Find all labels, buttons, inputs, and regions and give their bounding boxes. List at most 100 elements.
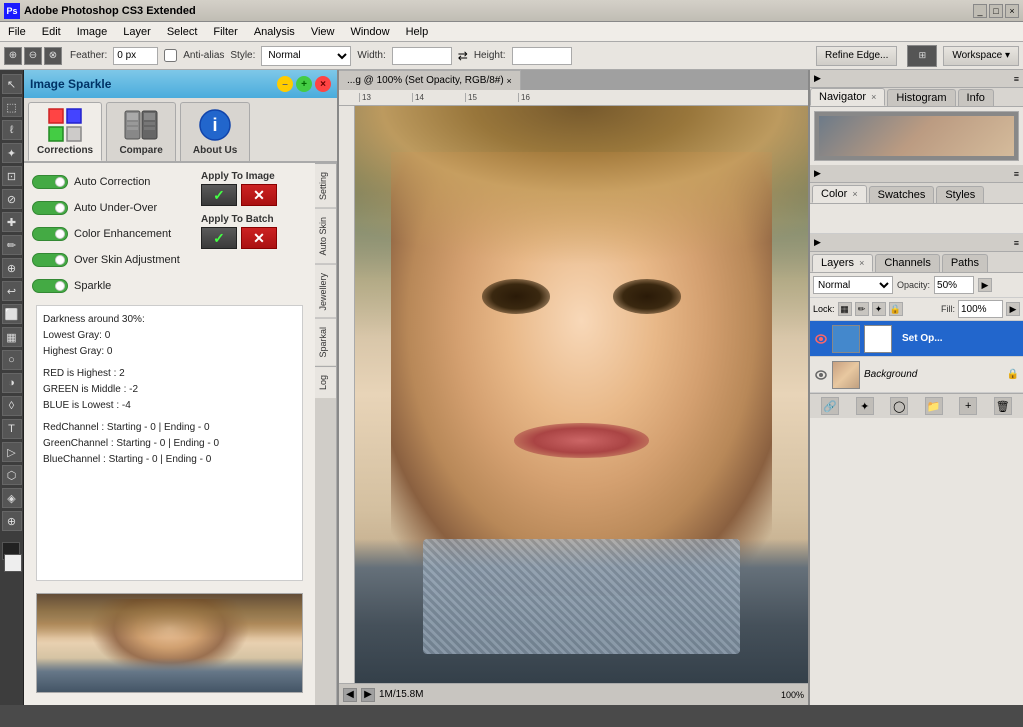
menu-file[interactable]: File (0, 22, 34, 41)
canvas-image[interactable] (355, 106, 808, 683)
pen-tool[interactable]: ◊ (2, 396, 22, 416)
layer-item-background[interactable]: Background 🔒 (810, 357, 1023, 393)
workspace-icon[interactable]: ⊞ (907, 45, 937, 67)
apply-batch-x-button[interactable]: ✕ (241, 227, 277, 249)
move-tool[interactable]: ↖ (2, 74, 22, 94)
feather-input[interactable] (113, 47, 158, 65)
tool-option-1[interactable]: ⊕ (4, 47, 22, 65)
side-tab-jewellery[interactable]: Jewellery (315, 264, 336, 319)
auto-under-over-toggle[interactable] (32, 201, 68, 215)
apply-image-x-button[interactable]: ✕ (241, 184, 277, 206)
magic-wand-tool[interactable]: ✦ (2, 143, 22, 163)
3d-tool[interactable]: ◈ (2, 488, 22, 508)
side-tab-setting[interactable]: Setting (315, 163, 336, 208)
status-prev-arrow[interactable]: ◀ (343, 688, 357, 702)
layer-effects-button[interactable]: ✦ (856, 397, 874, 415)
tab-layers[interactable]: Layers × (812, 254, 873, 272)
tab-about[interactable]: i About Us (180, 102, 250, 161)
minimize-button[interactable]: _ (973, 4, 987, 18)
zoom-tool[interactable]: ⊕ (2, 511, 22, 531)
menu-help[interactable]: Help (398, 22, 437, 41)
canvas-tab-close[interactable]: × (506, 76, 511, 86)
side-tab-sparkal[interactable]: Sparkal (315, 318, 336, 366)
path-select-tool[interactable]: ▷ (2, 442, 22, 462)
tab-styles[interactable]: Styles (936, 186, 984, 203)
tab-paths[interactable]: Paths (942, 254, 988, 272)
panel-menu-icon[interactable]: ≡ (1014, 74, 1019, 84)
refine-edge-button[interactable]: Refine Edge... (816, 46, 897, 66)
width-input[interactable] (392, 47, 452, 65)
color-panel-menu[interactable]: ≡ (1014, 169, 1019, 179)
history-brush-tool[interactable]: ↩ (2, 281, 22, 301)
layer-link-button[interactable]: 🔗 (821, 397, 839, 415)
side-tab-auto-skin[interactable]: Auto Skin (315, 208, 336, 264)
plugin-minimize-button[interactable]: – (277, 76, 293, 92)
marquee-tool[interactable]: ⬚ (2, 97, 22, 117)
tab-channels[interactable]: Channels (875, 254, 939, 272)
type-tool[interactable]: T (2, 419, 22, 439)
menu-window[interactable]: Window (342, 22, 397, 41)
close-button[interactable]: × (1005, 4, 1019, 18)
lock-all-icon[interactable]: 🔒 (889, 302, 903, 316)
plugin-maximize-button[interactable]: + (296, 76, 312, 92)
gradient-tool[interactable]: ▦ (2, 327, 22, 347)
menu-view[interactable]: View (303, 22, 343, 41)
tab-corrections[interactable]: Corrections (28, 102, 102, 161)
color-tab-close[interactable]: × (852, 189, 857, 199)
tool-option-2[interactable]: ⊖ (24, 47, 42, 65)
lasso-tool[interactable]: ℓ (2, 120, 22, 140)
workspace-button[interactable]: Workspace ▾ (943, 46, 1019, 66)
fill-menu-button[interactable]: ▶ (1006, 302, 1020, 316)
menu-image[interactable]: Image (69, 22, 116, 41)
layers-menu-button[interactable]: ▶ (978, 278, 992, 292)
layer-visibility-background[interactable] (814, 368, 828, 382)
blend-mode-select[interactable]: Normal Multiply Screen (813, 276, 893, 294)
background-color[interactable] (4, 554, 22, 572)
menu-filter[interactable]: Filter (205, 22, 245, 41)
title-bar-controls[interactable]: _ □ × (973, 4, 1019, 18)
new-layer-button[interactable]: + (959, 397, 977, 415)
set-op-button[interactable]: Set Op... (896, 331, 949, 346)
tab-navigator[interactable]: Navigator × (810, 88, 885, 106)
shape-tool[interactable]: ⬡ (2, 465, 22, 485)
swap-icon[interactable]: ⇄ (458, 49, 468, 63)
lock-paint-icon[interactable]: ✏ (855, 302, 869, 316)
dodge-tool[interactable]: ◑ (2, 373, 22, 393)
plugin-close-button[interactable]: × (315, 76, 331, 92)
lock-transparency-icon[interactable]: ▦ (838, 302, 852, 316)
brush-tool[interactable]: ✏ (2, 235, 22, 255)
panel-expand-icon[interactable]: ▶ (814, 73, 821, 84)
style-select[interactable]: Normal Fixed Ratio Fixed Size (261, 46, 351, 66)
menu-edit[interactable]: Edit (34, 22, 69, 41)
delete-layer-button[interactable]: 🗑 (994, 397, 1012, 415)
canvas-tab[interactable]: ...g @ 100% (Set Opacity, RGB/8#) × (339, 70, 521, 90)
tab-info[interactable]: Info (958, 89, 994, 106)
over-skin-toggle[interactable] (32, 253, 68, 267)
anti-alias-checkbox[interactable] (164, 49, 177, 62)
clone-stamp-tool[interactable]: ⊕ (2, 258, 22, 278)
layer-mask-button[interactable]: ◯ (890, 397, 908, 415)
layer-group-button[interactable]: 📁 (925, 397, 943, 415)
layers-tab-close[interactable]: × (859, 258, 864, 268)
eraser-tool[interactable]: ⬜ (2, 304, 22, 324)
healing-tool[interactable]: ✚ (2, 212, 22, 232)
opacity-input[interactable] (934, 276, 974, 294)
side-tab-log[interactable]: Log (315, 366, 336, 398)
apply-image-check-button[interactable]: ✓ (201, 184, 237, 206)
height-input[interactable] (512, 47, 572, 65)
layers-menu-icon[interactable]: ≡ (1014, 238, 1019, 248)
tab-color[interactable]: Color × (812, 185, 867, 203)
color-enhancement-toggle[interactable] (32, 227, 68, 241)
layers-expand-icon[interactable]: ▶ (814, 237, 821, 248)
color-panel-expand[interactable]: ▶ (814, 168, 821, 179)
fill-input[interactable] (958, 300, 1003, 318)
menu-select[interactable]: Select (159, 22, 206, 41)
tab-compare[interactable]: Compare (106, 102, 176, 161)
layer-item-set-op[interactable]: Set Op... (810, 321, 1023, 357)
tab-swatches[interactable]: Swatches (869, 186, 935, 203)
sparkle-toggle[interactable] (32, 279, 68, 293)
auto-correction-toggle[interactable] (32, 175, 68, 189)
status-next-arrow[interactable]: ▶ (361, 688, 375, 702)
tab-histogram[interactable]: Histogram (887, 89, 955, 106)
eyedropper-tool[interactable]: ⊘ (2, 189, 22, 209)
